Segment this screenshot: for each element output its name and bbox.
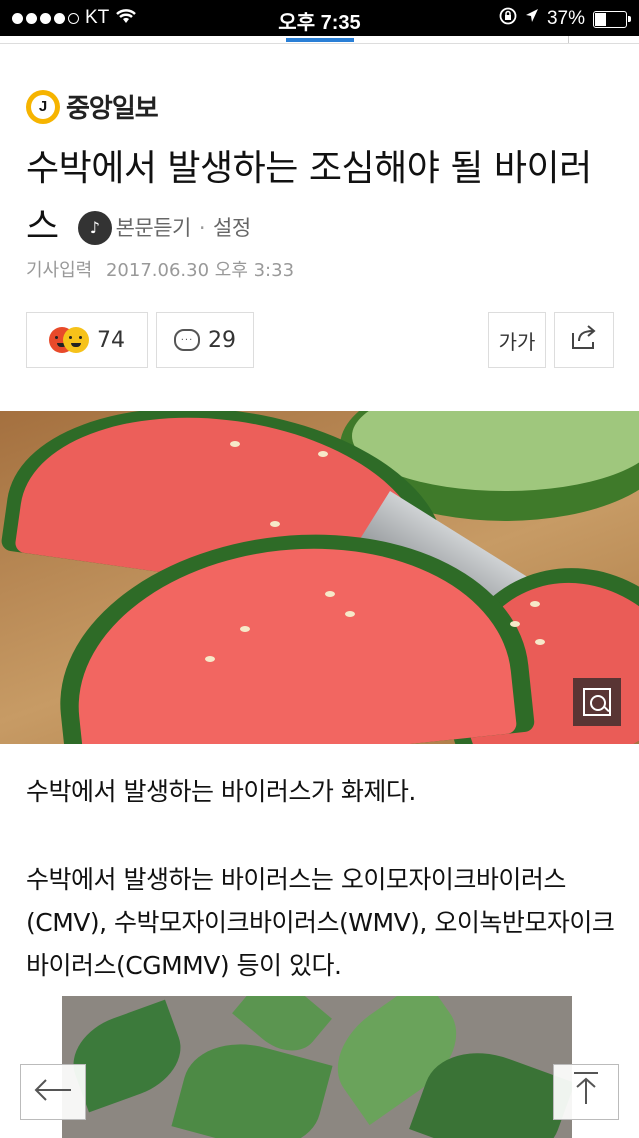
body-paragraph-1: 수박에서 발생하는 바이러스가 화제다.	[26, 777, 416, 806]
status-right: 37%	[499, 7, 631, 31]
article-date: 기사입력 2017.06.30 오후 3:33	[26, 256, 294, 282]
reaction-button[interactable]: 74	[26, 312, 148, 368]
share-icon	[569, 323, 599, 357]
tts-control: ♪ 본문듣기 · 설정	[77, 199, 251, 257]
rotation-lock-icon	[499, 7, 517, 31]
comment-count: 29	[208, 327, 236, 353]
font-size-label: 가가	[498, 329, 536, 354]
reaction-emoji-icon	[49, 327, 89, 353]
article-photo-watermelon[interactable]	[0, 411, 639, 744]
action-row: 74 ··· 29 가가	[26, 312, 614, 368]
tab-strip	[0, 36, 639, 44]
article-title: 수박에서 발생하는 조심해야 될 바이러스 ♪ 본문듣기 · 설정	[26, 140, 618, 257]
zoom-icon	[583, 688, 611, 716]
body-paragraph-2: 수박에서 발생하는 바이러스는 오이모자이크바이러스(CMV), 수박모자이크바…	[26, 865, 615, 980]
battery-label: 37%	[546, 8, 585, 29]
date-value: 2017.06.30 오후 3:33	[105, 260, 295, 281]
arrow-left-icon	[33, 1075, 73, 1110]
publisher-name: 중앙일보	[66, 94, 159, 124]
font-size-button[interactable]: 가가	[488, 312, 546, 368]
date-label: 기사입력	[26, 260, 93, 281]
reaction-count: 74	[97, 327, 125, 353]
back-button[interactable]	[20, 1064, 86, 1120]
headphones-icon[interactable]: ♪	[77, 211, 112, 245]
status-bar: KT 오후 7:35 37%	[0, 0, 639, 36]
publisher[interactable]: J 중앙일보	[26, 88, 159, 125]
comment-icon: ···	[174, 329, 200, 351]
publisher-logo: J	[26, 89, 60, 124]
tts-button[interactable]: 본문듣기	[116, 199, 192, 257]
tab-divider	[568, 36, 569, 43]
separator-dot: ·	[198, 216, 206, 240]
location-icon	[525, 8, 539, 30]
article-photo-leaves[interactable]	[62, 996, 572, 1138]
scroll-top-button[interactable]	[553, 1064, 619, 1120]
share-button[interactable]	[554, 312, 614, 368]
active-tab-indicator	[286, 38, 354, 42]
image-zoom-button[interactable]	[573, 678, 621, 726]
arrow-up-icon	[571, 1071, 601, 1113]
comment-button[interactable]: ··· 29	[156, 312, 254, 368]
settings-link[interactable]: 설정	[213, 199, 251, 257]
battery-icon	[593, 10, 631, 28]
